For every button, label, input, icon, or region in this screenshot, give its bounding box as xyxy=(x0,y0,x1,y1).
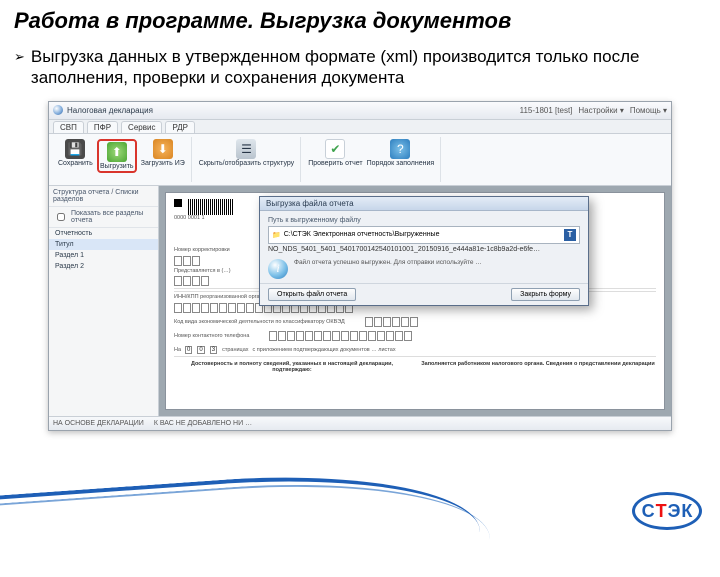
info-message: Файл отчета успешно выгружен. Для отправ… xyxy=(294,259,580,267)
help-button[interactable]: ? Порядок заполнения xyxy=(367,139,435,167)
tab-service[interactable]: Сервис xyxy=(121,121,162,133)
info-icon: i xyxy=(268,259,288,279)
structure-icon: ☰ xyxy=(236,139,256,159)
col1-header: Достоверность и полноту сведений, указан… xyxy=(174,361,410,373)
exported-filename: NO_NDS_5401_5401_5401700142540101001_201… xyxy=(268,246,580,253)
tree[interactable]: Отчетность Титул Раздел 1 Раздел 2 xyxy=(49,228,158,416)
app-icon xyxy=(53,105,63,115)
status-bar: НА ОСНОВЕ ДЕКЛАРАЦИИ К ВАС НЕ ДОБАВЛЕНО … xyxy=(49,416,671,430)
application-window: Налоговая декларация 115-1801 [test] Нас… xyxy=(48,101,672,431)
barcode xyxy=(188,199,234,215)
help-menu[interactable]: Помощь ▾ xyxy=(630,106,667,115)
titlebar: Налоговая декларация 115-1801 [test] Нас… xyxy=(49,102,671,120)
save-button[interactable]: 💾 Сохранить xyxy=(58,139,93,167)
tree-item-title[interactable]: Титул xyxy=(49,239,158,250)
check-button[interactable]: ✔ Проверить отчет xyxy=(308,139,362,167)
tab-rdr[interactable]: РДР xyxy=(165,121,195,133)
side-panel: Структура отчета / Списки разделов Показ… xyxy=(49,186,159,416)
structure-button[interactable]: ☰ Скрыть/отобразить структуру xyxy=(199,139,294,167)
tree-item-root[interactable]: Отчетность xyxy=(49,228,158,239)
show-all-input[interactable] xyxy=(57,213,65,221)
path-field[interactable]: 📁 C:\СТЭК Электронная отчетность\Выгруже… xyxy=(268,226,580,244)
status-left: НА ОСНОВЕ ДЕКЛАРАЦИИ xyxy=(53,420,144,427)
export-dialog: Выгрузка файла отчета Путь к выгруженном… xyxy=(259,196,589,306)
upload-label: Выгрузить xyxy=(100,163,134,170)
page-count-1: 0 xyxy=(185,346,192,354)
logo-letter: Э xyxy=(668,501,681,522)
dialog-title: Выгрузка файла отчета xyxy=(260,197,588,211)
logo-letter: Т xyxy=(656,501,667,522)
logo-letter: К xyxy=(681,501,692,522)
upload-button[interactable]: ⬆ Выгрузить xyxy=(100,142,134,170)
side-panel-head: Структура отчета / Списки разделов xyxy=(49,186,158,207)
save-label: Сохранить xyxy=(58,160,93,167)
close-dialog-button[interactable]: Закрыть форму xyxy=(511,288,580,301)
status-mid: К ВАС НЕ ДОБАВЛЕНО НИ … xyxy=(154,420,252,427)
pages-on: На xyxy=(174,347,181,354)
download-button[interactable]: ⬇ Загрузить ИЭ xyxy=(141,139,185,167)
check-label: Проверить отчет xyxy=(308,160,362,167)
ribbon: 💾 Сохранить ⬆ Выгрузить ⬇ Загрузить ИЭ ☰… xyxy=(49,134,671,186)
user-badge: 115-1801 [test] xyxy=(520,106,573,115)
tab-pfr[interactable]: ПФР xyxy=(87,121,118,133)
structure-label: Скрыть/отобразить структуру xyxy=(199,160,294,167)
bullet-point: ➢ Выгрузка данных в утвержденном формате… xyxy=(0,36,720,95)
ribbon-tabs: СВП ПФР Сервис РДР xyxy=(49,120,671,134)
app-title: Налоговая декларация xyxy=(67,106,153,115)
path-caption: Путь к выгруженному файлу xyxy=(268,217,580,224)
tree-item-section1[interactable]: Раздел 1 xyxy=(49,250,158,261)
upload-icon: ⬆ xyxy=(107,142,127,162)
folder-icon: 📁 xyxy=(272,231,281,239)
help-label: Порядок заполнения xyxy=(367,160,435,167)
browse-button[interactable]: T xyxy=(564,229,576,241)
black-square-marker xyxy=(174,199,182,207)
open-file-button[interactable]: Открыть файл отчета xyxy=(268,288,356,301)
pages-tail: с приложением подтверждающих документов … xyxy=(253,347,396,354)
tree-item-section2[interactable]: Раздел 2 xyxy=(49,261,158,272)
bullet-text: Выгрузка данных в утвержденном формате (… xyxy=(31,46,706,89)
boxes-okved[interactable] xyxy=(365,317,418,327)
slide-title: Работа в программе. Выгрузка документов xyxy=(0,0,720,36)
bullet-marker: ➢ xyxy=(14,46,31,89)
page-count-3: 3 xyxy=(210,346,217,354)
folder-path: C:\СТЭК Электронная отчетность\Выгруженн… xyxy=(284,231,440,238)
save-icon: 💾 xyxy=(65,139,85,159)
highlight-upload: ⬆ Выгрузить xyxy=(97,139,137,173)
phone-label: Номер контактного телефона xyxy=(174,333,249,340)
page-count-2: 0 xyxy=(197,346,204,354)
boxes-phone[interactable] xyxy=(269,331,412,341)
col2-header: Заполняется работником налогового органа… xyxy=(420,361,656,373)
logo-letter: С xyxy=(642,501,655,522)
settings-menu[interactable]: Настройки ▾ xyxy=(578,106,623,115)
okved-label: Код вида экономической деятельности по к… xyxy=(174,319,345,326)
tab-svp[interactable]: СВП xyxy=(53,121,84,133)
stek-logo: С Т Э К xyxy=(632,492,702,530)
download-icon: ⬇ xyxy=(153,139,173,159)
show-all-label: Показать все разделы отчета xyxy=(71,210,154,224)
download-label: Загрузить ИЭ xyxy=(141,160,185,167)
help-icon: ? xyxy=(390,139,410,159)
show-all-checkbox[interactable]: Показать все разделы отчета xyxy=(53,210,154,224)
pages-word: страницах xyxy=(222,347,248,354)
check-icon: ✔ xyxy=(325,139,345,159)
